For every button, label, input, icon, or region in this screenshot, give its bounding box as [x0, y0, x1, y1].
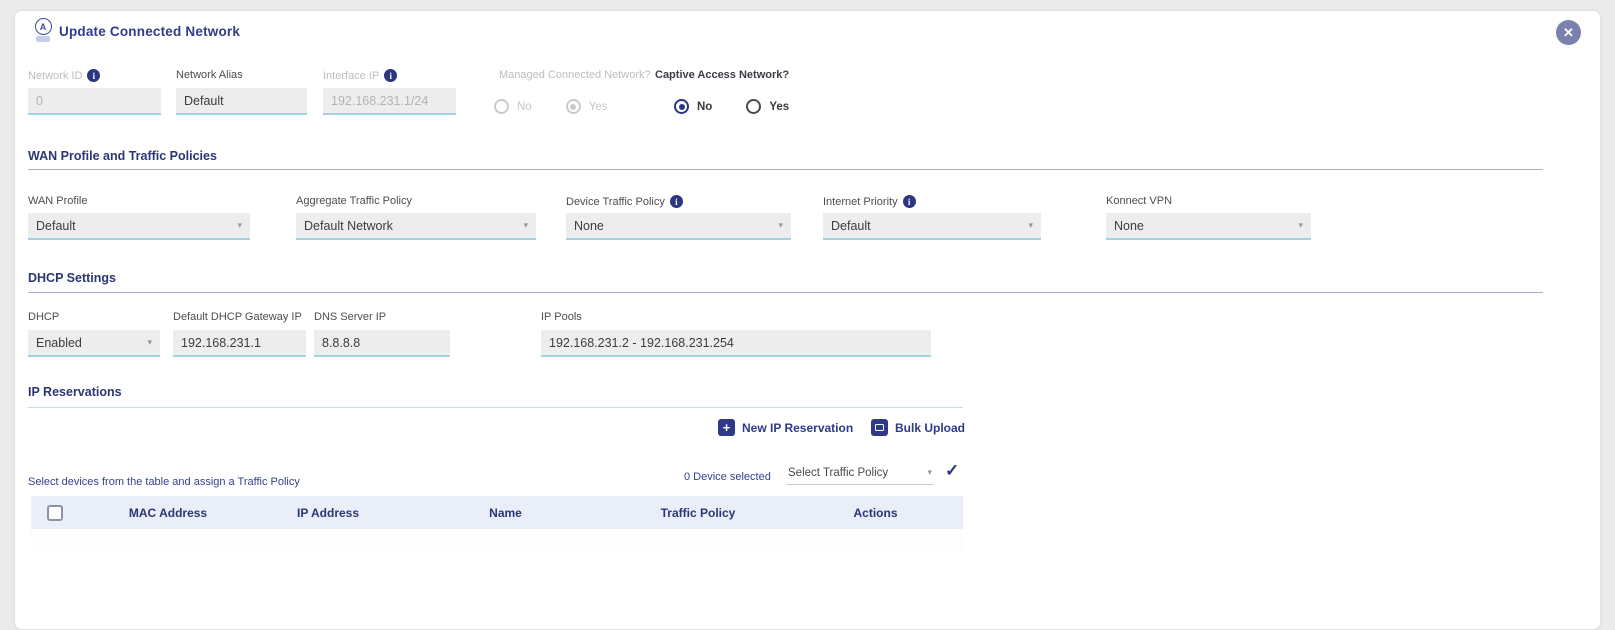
- chevron-down-icon: ▾: [523, 220, 528, 231]
- dhcp-dropdown[interactable]: Enabled ▾: [28, 330, 160, 357]
- wan-profile-dropdown[interactable]: Default ▾: [28, 213, 250, 240]
- table-header-row: MAC Address IP Address Name Traffic Poli…: [31, 496, 963, 529]
- radio-captive-yes[interactable]: [746, 99, 761, 114]
- close-icon[interactable]: ✕: [1556, 20, 1581, 45]
- chevron-down-icon: ▾: [1028, 220, 1033, 231]
- network-id-label: Network ID i: [28, 69, 100, 82]
- radio-captive-no[interactable]: [674, 99, 689, 114]
- col-mac-address: MAC Address: [83, 506, 253, 520]
- captive-network-radio-group: No Yes: [674, 99, 789, 114]
- select-all-checkbox[interactable]: [47, 505, 63, 521]
- internet-priority-label: Internet Priority i: [823, 195, 916, 208]
- internet-priority-dropdown[interactable]: Default ▾: [823, 213, 1041, 240]
- select-devices-hint: Select devices from the table and assign…: [28, 476, 300, 488]
- bulk-upload-icon: [871, 419, 888, 436]
- wan-profile-label: WAN Profile: [28, 195, 88, 207]
- info-icon[interactable]: i: [670, 195, 683, 208]
- chevron-down-icon: ▾: [237, 220, 242, 231]
- ip-pools-label: IP Pools: [541, 311, 582, 323]
- dhcp-gateway-label: Default DHCP Gateway IP: [173, 311, 302, 323]
- managed-network-label: Managed Connected Network?: [499, 69, 651, 81]
- chevron-down-icon: ▾: [147, 337, 152, 348]
- device-selected-count: 0 Device selected: [684, 471, 771, 483]
- ip-reservations-divider: [28, 407, 963, 408]
- select-traffic-policy-dropdown[interactable]: Select Traffic Policy ▾: [786, 461, 934, 485]
- col-actions: Actions: [788, 506, 963, 520]
- ip-pools-field[interactable]: 192.168.231.2 - 192.168.231.254: [541, 330, 931, 357]
- info-icon[interactable]: i: [384, 69, 397, 82]
- wan-section-divider: [28, 169, 1543, 170]
- aggregate-traffic-policy-label: Aggregate Traffic Policy: [296, 195, 412, 207]
- device-traffic-policy-label: Device Traffic Policy i: [566, 195, 683, 208]
- interface-ip-field: 192.168.231.1/24: [323, 88, 456, 115]
- radio-managed-yes: [566, 99, 581, 114]
- apply-traffic-policy-button[interactable]: ✓: [945, 461, 959, 481]
- wan-section-title: WAN Profile and Traffic Policies: [28, 149, 217, 163]
- col-ip-address: IP Address: [253, 506, 403, 520]
- select-all-cell: [31, 505, 83, 521]
- col-name: Name: [403, 506, 608, 520]
- dns-server-label: DNS Server IP: [314, 311, 386, 323]
- dialog-title: Update Connected Network: [59, 24, 240, 39]
- bulk-upload-button[interactable]: Bulk Upload: [871, 419, 965, 436]
- device-traffic-policy-dropdown[interactable]: None ▾: [566, 213, 791, 240]
- dhcp-label: DHCP: [28, 311, 59, 323]
- table-body: [31, 529, 963, 551]
- dhcp-section-title: DHCP Settings: [28, 271, 116, 285]
- info-icon[interactable]: i: [87, 69, 100, 82]
- chevron-down-icon: ▾: [1298, 220, 1303, 231]
- network-alias-field[interactable]: Default: [176, 88, 307, 115]
- network-logo-icon: A: [31, 18, 55, 46]
- dhcp-section-divider: [28, 292, 1543, 293]
- plus-icon: +: [718, 419, 735, 436]
- konnect-vpn-label: Konnect VPN: [1106, 195, 1172, 207]
- page: { "header": { "title": "Update Connected…: [0, 0, 1615, 543]
- managed-network-radio-group: No Yes: [494, 99, 607, 114]
- dns-server-field[interactable]: 8.8.8.8: [314, 330, 450, 357]
- network-id-field: 0: [28, 88, 161, 115]
- network-logo-glyph: A: [35, 18, 52, 35]
- interface-ip-label: Interface IP i: [323, 69, 397, 82]
- new-ip-reservation-button[interactable]: + New IP Reservation: [718, 419, 853, 436]
- radio-managed-no: [494, 99, 509, 114]
- aggregate-traffic-policy-dropdown[interactable]: Default Network ▾: [296, 213, 536, 240]
- konnect-vpn-dropdown[interactable]: None ▾: [1106, 213, 1311, 240]
- col-traffic-policy: Traffic Policy: [608, 506, 788, 520]
- ip-reservations-title: IP Reservations: [28, 385, 122, 399]
- chevron-down-icon: ▾: [778, 220, 783, 231]
- network-alias-label: Network Alias: [176, 69, 243, 81]
- chevron-down-icon: ▾: [927, 467, 932, 478]
- update-connected-network-dialog: A Update Connected Network ✕ Network ID …: [14, 10, 1601, 630]
- dhcp-gateway-field[interactable]: 192.168.231.1: [173, 330, 306, 357]
- info-icon[interactable]: i: [903, 195, 916, 208]
- captive-network-label: Captive Access Network?: [655, 69, 789, 81]
